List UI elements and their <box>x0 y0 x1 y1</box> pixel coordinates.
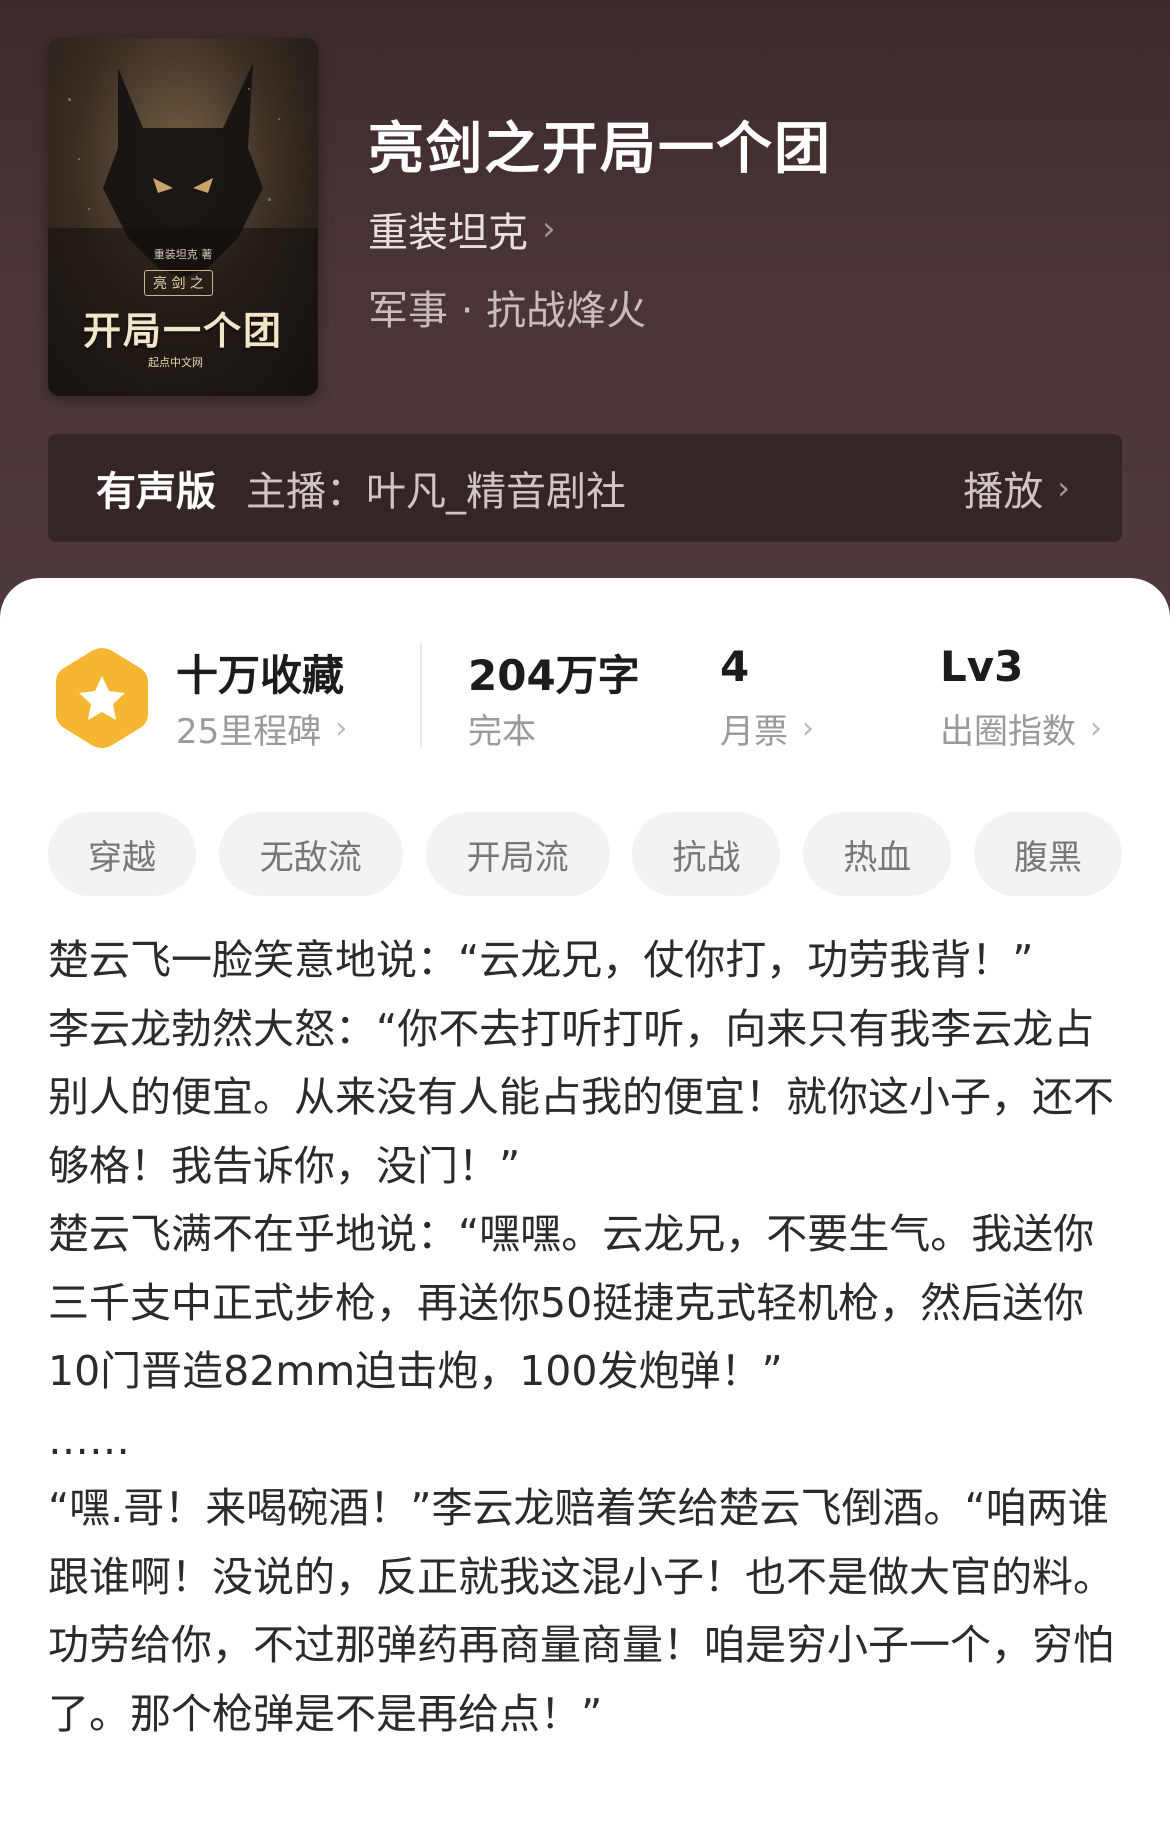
milestones-label: 25里程碑 <box>176 712 322 752</box>
synopsis-paragraph: …… <box>48 1415 130 1464</box>
cover-publisher-text: 起点中文网 <box>148 356 203 369</box>
status-label: 完本 <box>468 712 536 752</box>
book-header: 重装坦克 著 亮 剑 之 开局一个团 起点中文网 亮剑之开局一个团 重装坦克 ›… <box>0 0 1170 640</box>
synopsis-paragraph: 楚云飞一脸笑意地说：“云龙兄，仗你打，功劳我背！” <box>48 936 1034 984</box>
genre-text: 军事 · 抗战烽火 <box>368 288 647 334</box>
star-hexagon-icon <box>56 648 148 748</box>
level-value: Lv3 <box>940 642 1024 691</box>
audiobook-bar[interactable]: 有声版 主播：叶凡_精音剧社 播放 › <box>48 434 1122 542</box>
tag-chip[interactable]: 腹黑 <box>973 812 1122 896</box>
monthly-votes-label: 月票 <box>720 712 788 752</box>
chevron-right-icon: › <box>1057 469 1070 507</box>
audiobook-label: 有声版 <box>96 469 216 515</box>
tag-chip[interactable]: 穿越 <box>48 812 196 896</box>
chevron-right-icon: › <box>802 711 814 746</box>
cover-author-text: 重装坦克 著 <box>153 248 213 261</box>
milestones-link[interactable]: 25里程碑 › <box>176 704 347 753</box>
author-name: 重装坦克 <box>368 210 528 256</box>
tag-chip[interactable]: 抗战 <box>632 812 781 896</box>
tag-chip[interactable]: 无敌流 <box>218 812 403 896</box>
audiobook-play-button[interactable]: 播放 › <box>963 459 1070 517</box>
chevron-right-icon: › <box>335 711 348 746</box>
cover-title-text: 开局一个团 <box>82 308 283 353</box>
play-label: 播放 <box>963 469 1044 515</box>
synopsis-paragraph: 李云龙勃然大怒：“你不去打听打听，向来只有我李云龙占别人的便宜。从来没有人能占我… <box>48 1004 1114 1190</box>
tag-list: 穿越 无敌流 开局流 抗战 热血 腹黑 <box>48 812 1122 896</box>
monthly-votes-link[interactable]: 月票 › <box>720 704 814 753</box>
book-detail-sheet: 十万收藏 25里程碑 › 204万字 完本 4 月票 › Lv3 出圈指数 › … <box>0 578 1170 1834</box>
level-index-label: 出圈指数 <box>940 712 1076 752</box>
synopsis-paragraph: “嘿.哥！来喝碗酒！”李云龙赔着笑给楚云飞倒酒。“咱两谁跟谁啊！没说的，反正就我… <box>48 1484 1114 1738</box>
stats-divider <box>420 642 422 748</box>
chevron-right-icon: › <box>1090 711 1102 746</box>
word-count: 204万字 <box>468 651 640 700</box>
book-synopsis[interactable]: 楚云飞一脸笑意地说：“云龙兄，仗你打，功劳我背！” 李云龙勃然大怒：“你不去打听… <box>48 926 1128 1748</box>
author-link[interactable]: 重装坦克 › <box>368 200 556 258</box>
tag-chip[interactable]: 热血 <box>803 812 952 896</box>
synopsis-paragraph: 楚云飞满不在乎地说：“嘿嘿。云龙兄，不要生气。我送你三千支中正式步枪，再送你50… <box>48 1210 1095 1395</box>
cover-subtitle-text: 亮 剑 之 <box>144 270 213 296</box>
audiobook-host: 主播：叶凡_精音剧社 <box>246 469 626 515</box>
book-cover[interactable]: 重装坦克 著 亮 剑 之 开局一个团 起点中文网 <box>48 38 318 396</box>
monthly-votes-count: 4 <box>720 642 750 691</box>
level-index-link[interactable]: 出圈指数 › <box>940 704 1102 753</box>
chevron-right-icon: › <box>542 209 556 249</box>
book-title: 亮剑之开局一个团 <box>368 117 832 182</box>
collections-count: 十万收藏 <box>176 651 345 700</box>
tag-chip[interactable]: 开局流 <box>425 812 610 896</box>
stats-row: 十万收藏 25里程碑 › 204万字 完本 4 月票 › Lv3 出圈指数 › <box>0 636 1170 752</box>
